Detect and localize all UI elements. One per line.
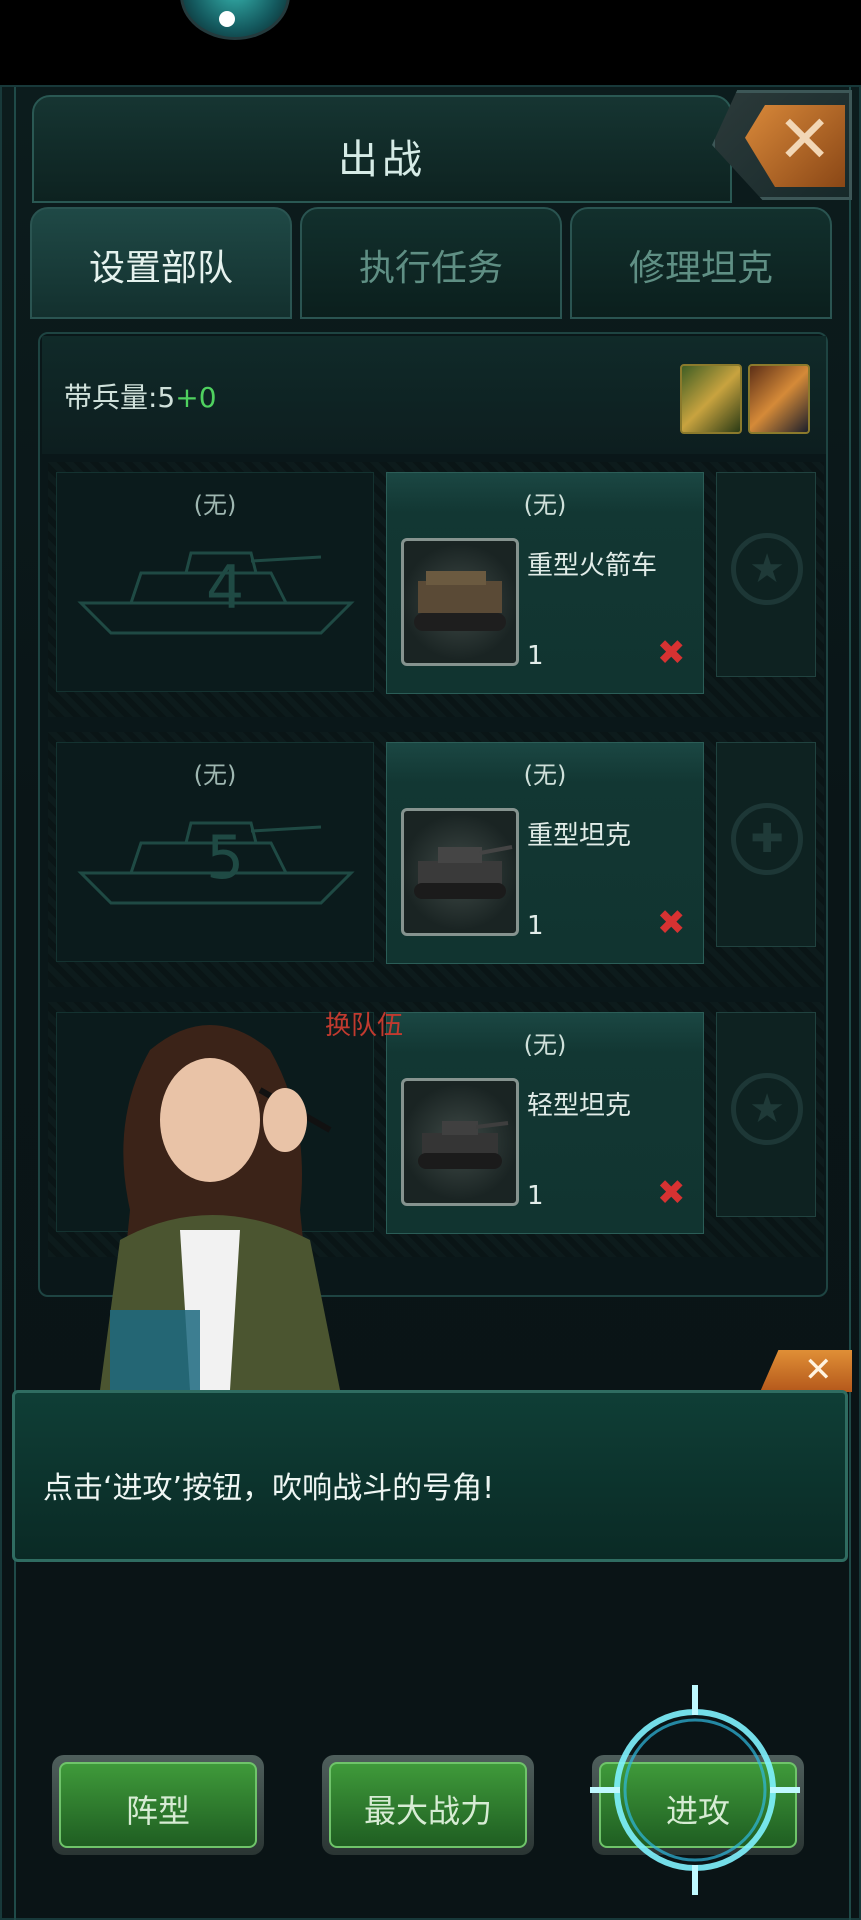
star-emblem-icon: ★: [731, 1073, 803, 1145]
top-avatar[interactable]: [180, 0, 290, 40]
sortie-panel: 出战 ✕ 设置部队 执行任务 修理坦克 带兵量:5+0 (无) 4 (无) 重型…: [0, 85, 861, 1920]
emblem-slot-3[interactable]: ★: [716, 1012, 816, 1217]
close-icon: ✕: [804, 1350, 833, 1390]
formation-button-label: 阵型: [59, 1762, 257, 1848]
laurel-emblem-icon: ✚: [731, 803, 803, 875]
target-reticle-icon: [590, 1685, 800, 1895]
emblem-slot-2[interactable]: ✚: [716, 742, 816, 947]
capacity-bar: 带兵量:5+0: [42, 336, 826, 454]
troop-capacity: 带兵量:5+0: [64, 376, 217, 416]
slot-number: 4: [206, 553, 244, 623]
unit-count: 1: [527, 911, 544, 941]
tutorial-tip: 点击‘进攻’按钮，吹响战斗的号角!: [12, 1390, 848, 1562]
tab-execute-mission[interactable]: 执行任务: [300, 207, 562, 319]
avatar-eye: [219, 11, 235, 27]
unit-slot-2[interactable]: (无) 重型坦克 1 ✖: [386, 742, 704, 964]
formation-button[interactable]: 阵型: [52, 1755, 264, 1855]
unit-name: 重型火箭车: [527, 551, 658, 581]
remove-unit-icon[interactable]: ✖: [657, 633, 686, 673]
tank-silhouette-icon: 5: [77, 821, 355, 905]
heavy-tank-icon: [414, 845, 513, 899]
rocket-launcher-thumbnail: [401, 538, 519, 666]
rocket-skill-icon[interactable]: [680, 364, 742, 434]
remove-unit-icon[interactable]: ✖: [657, 1173, 686, 1213]
slot-number: 5: [206, 823, 244, 893]
max-power-button-label: 最大战力: [329, 1762, 527, 1848]
max-power-button[interactable]: 最大战力: [322, 1755, 534, 1855]
troop-row-1: (无) 4 (无) 重型火箭车 1 ✖ ★: [48, 462, 824, 717]
emblem-slot-1[interactable]: ★: [716, 472, 816, 677]
rocket-vehicle-icon: [414, 571, 506, 631]
commander-slot-2[interactable]: (无) 5: [56, 742, 374, 962]
heavy-tank-thumbnail: [401, 808, 519, 936]
close-icon: ✕: [777, 101, 833, 178]
tab-repair-tank[interactable]: 修理坦克: [570, 207, 832, 319]
unit-slot-3[interactable]: (无) 轻型坦克 1 ✖: [386, 1012, 704, 1234]
unit-count: 1: [527, 1181, 544, 1211]
capacity-label: 带兵量:5: [64, 381, 176, 414]
title-bar: 出战: [32, 95, 732, 203]
star-emblem-icon: ★: [731, 533, 803, 605]
advisor-character-image: [100, 1025, 340, 1390]
missile-skill-icon[interactable]: [748, 364, 810, 434]
unit-slot-header: (无): [523, 1031, 567, 1059]
remove-unit-icon[interactable]: ✖: [657, 903, 686, 943]
unit-slot-1[interactable]: (无) 重型火箭车 1 ✖: [386, 472, 704, 694]
page-title: 出战: [338, 137, 426, 183]
unit-slot-header: (无): [523, 491, 567, 519]
capacity-bonus: +0: [175, 381, 217, 414]
unit-count: 1: [527, 641, 544, 671]
unit-name: 轻型坦克: [527, 1091, 632, 1121]
commander-empty-label: (无): [193, 761, 237, 789]
commander-slot-1[interactable]: (无) 4: [56, 472, 374, 692]
commander-empty-label: (无): [193, 491, 237, 519]
light-tank-icon: [418, 1121, 509, 1169]
unit-slot-header: (无): [523, 761, 567, 789]
tip-text: 点击‘进攻’按钮，吹响战斗的号角!: [43, 1471, 495, 1506]
light-tank-thumbnail: [401, 1078, 519, 1206]
tank-silhouette-icon: 4: [77, 551, 355, 635]
tab-set-troops[interactable]: 设置部队: [30, 207, 292, 319]
unit-name: 重型坦克: [527, 821, 632, 851]
troop-row-2: (无) 5 (无) 重型坦克 1 ✖ ✚: [48, 732, 824, 987]
